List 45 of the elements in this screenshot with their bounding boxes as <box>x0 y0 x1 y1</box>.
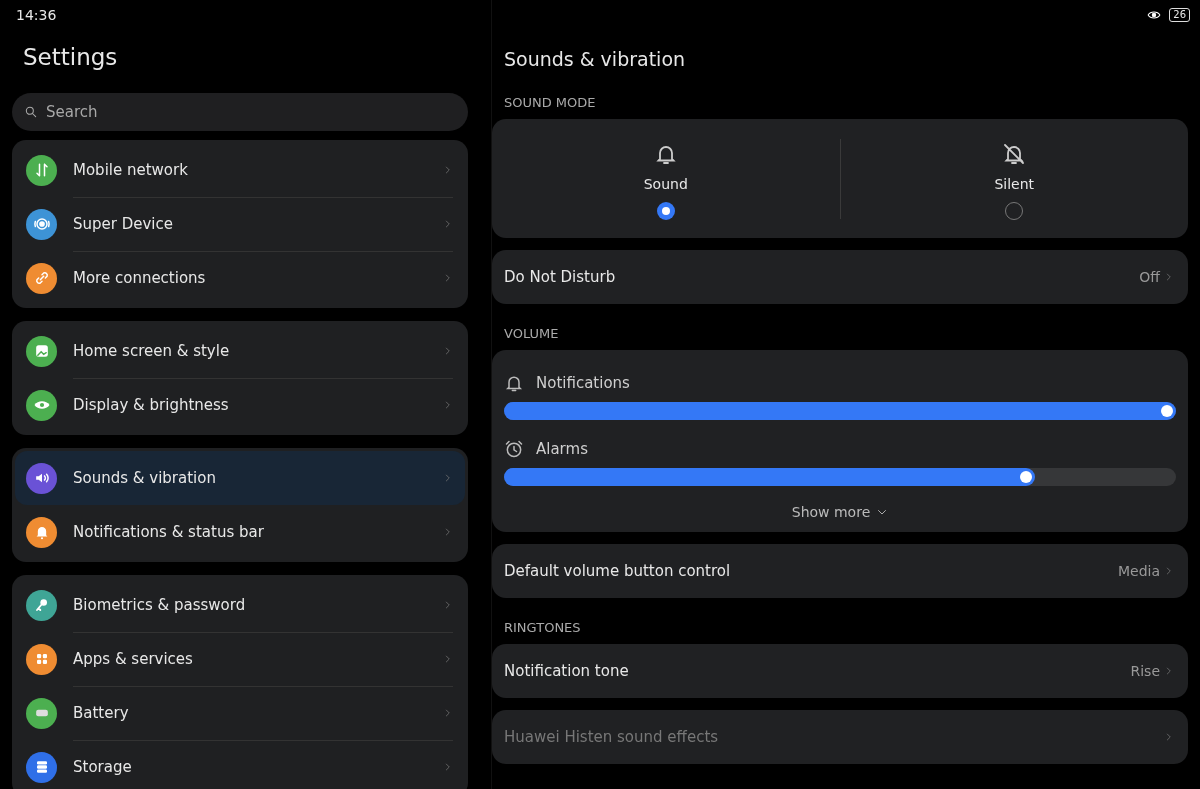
bell-slash-icon <box>1002 141 1027 166</box>
settings-item[interactable]: Apps & services <box>15 632 465 686</box>
page-title: Sounds & vibration <box>504 47 687 72</box>
slider-label: Alarms <box>536 440 588 458</box>
mode-label: Silent <box>994 175 1035 192</box>
search-field[interactable]: Search <box>12 93 468 131</box>
alarm-clock-icon <box>504 439 524 459</box>
chevron-right-icon <box>1164 270 1174 284</box>
radio-button[interactable] <box>656 201 675 220</box>
settings-item[interactable]: Sounds & vibration <box>15 451 465 505</box>
row-value: Media <box>1117 563 1160 579</box>
settings-item[interactable]: Super Device <box>15 197 465 251</box>
chevron-right-icon <box>443 760 453 774</box>
settings-item[interactable]: Display & brightness <box>15 378 465 432</box>
status-time: 14:36 <box>16 7 57 23</box>
section-header: SOUND MODE <box>504 95 597 110</box>
row-value: Rise <box>1130 663 1160 679</box>
chevron-right-icon <box>443 471 453 485</box>
section-header: RINGTONES <box>504 620 582 635</box>
volume-slider[interactable] <box>504 468 1176 486</box>
chevron-right-icon <box>1164 664 1174 678</box>
chevron-right-icon <box>443 398 453 412</box>
settings-item[interactable]: Biometrics & password <box>15 578 465 632</box>
page-title: Settings <box>23 43 119 72</box>
section-header: VOLUME <box>504 326 560 341</box>
chevron-right-icon <box>443 271 453 285</box>
chevron-right-icon <box>1164 564 1174 578</box>
battery-indicator: 26 <box>1169 8 1190 22</box>
volume-slider[interactable] <box>504 402 1176 420</box>
mode-label: Sound <box>643 175 688 192</box>
settings-item[interactable]: Notifications & status bar <box>15 505 465 559</box>
settings-item[interactable]: Storage <box>15 740 465 789</box>
show-more-button[interactable]: Show more <box>785 496 895 528</box>
search-icon <box>24 105 38 119</box>
row-value: Off <box>1139 269 1160 285</box>
settings-row[interactable]: Do Not Disturb Off <box>492 250 1188 304</box>
settings-item[interactable]: Battery <box>15 686 465 740</box>
chevron-right-icon <box>443 525 453 539</box>
settings-item[interactable]: Mobile network <box>15 143 465 197</box>
settings-item[interactable]: Home screen & style <box>15 324 465 378</box>
settings-row[interactable]: Notification tone Rise <box>492 644 1188 698</box>
settings-row[interactable]: Default volume button control Media <box>492 544 1188 598</box>
slider-label: Notifications <box>536 374 630 392</box>
settings-item[interactable]: More connections <box>15 251 465 305</box>
chevron-right-icon <box>1164 730 1174 744</box>
